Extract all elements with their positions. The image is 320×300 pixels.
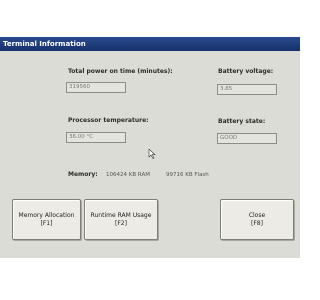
runtime-ram-usage-key: [F2] <box>115 219 127 227</box>
processor-temperature-field: 36.00 °C <box>66 132 126 143</box>
memory-allocation-key: [F1] <box>40 219 53 227</box>
window-title: Terminal Information <box>0 37 300 51</box>
close-key: [F8] <box>251 219 263 227</box>
memory-allocation-button[interactable]: Memory Allocation [F1] <box>12 199 81 240</box>
processor-temperature-label: Processor temperature: <box>68 117 149 124</box>
mouse-cursor-icon <box>148 149 156 159</box>
terminal-information-window: Terminal Information Total power on time… <box>0 37 300 258</box>
battery-voltage-label: Battery voltage: <box>218 68 274 75</box>
runtime-ram-usage-label: Runtime RAM Usage <box>90 211 152 219</box>
battery-state-field: GOOD <box>217 133 277 144</box>
memory-ram-value: 106424 KB RAM <box>106 172 150 178</box>
power-on-time-label: Total power on time (minutes): <box>68 68 173 75</box>
memory-label: Memory: <box>68 171 98 178</box>
battery-voltage-field: 3.85 <box>217 84 277 95</box>
memory-flash-value: 99716 KB Flash <box>166 172 209 178</box>
runtime-ram-usage-button[interactable]: Runtime RAM Usage [F2] <box>84 199 158 240</box>
close-button[interactable]: Close [F8] <box>220 199 294 240</box>
power-on-time-field: 319560 <box>66 82 126 93</box>
close-label: Close <box>248 211 266 219</box>
battery-state-label: Battery state: <box>218 118 266 125</box>
memory-allocation-label: Memory Allocation <box>18 211 75 219</box>
